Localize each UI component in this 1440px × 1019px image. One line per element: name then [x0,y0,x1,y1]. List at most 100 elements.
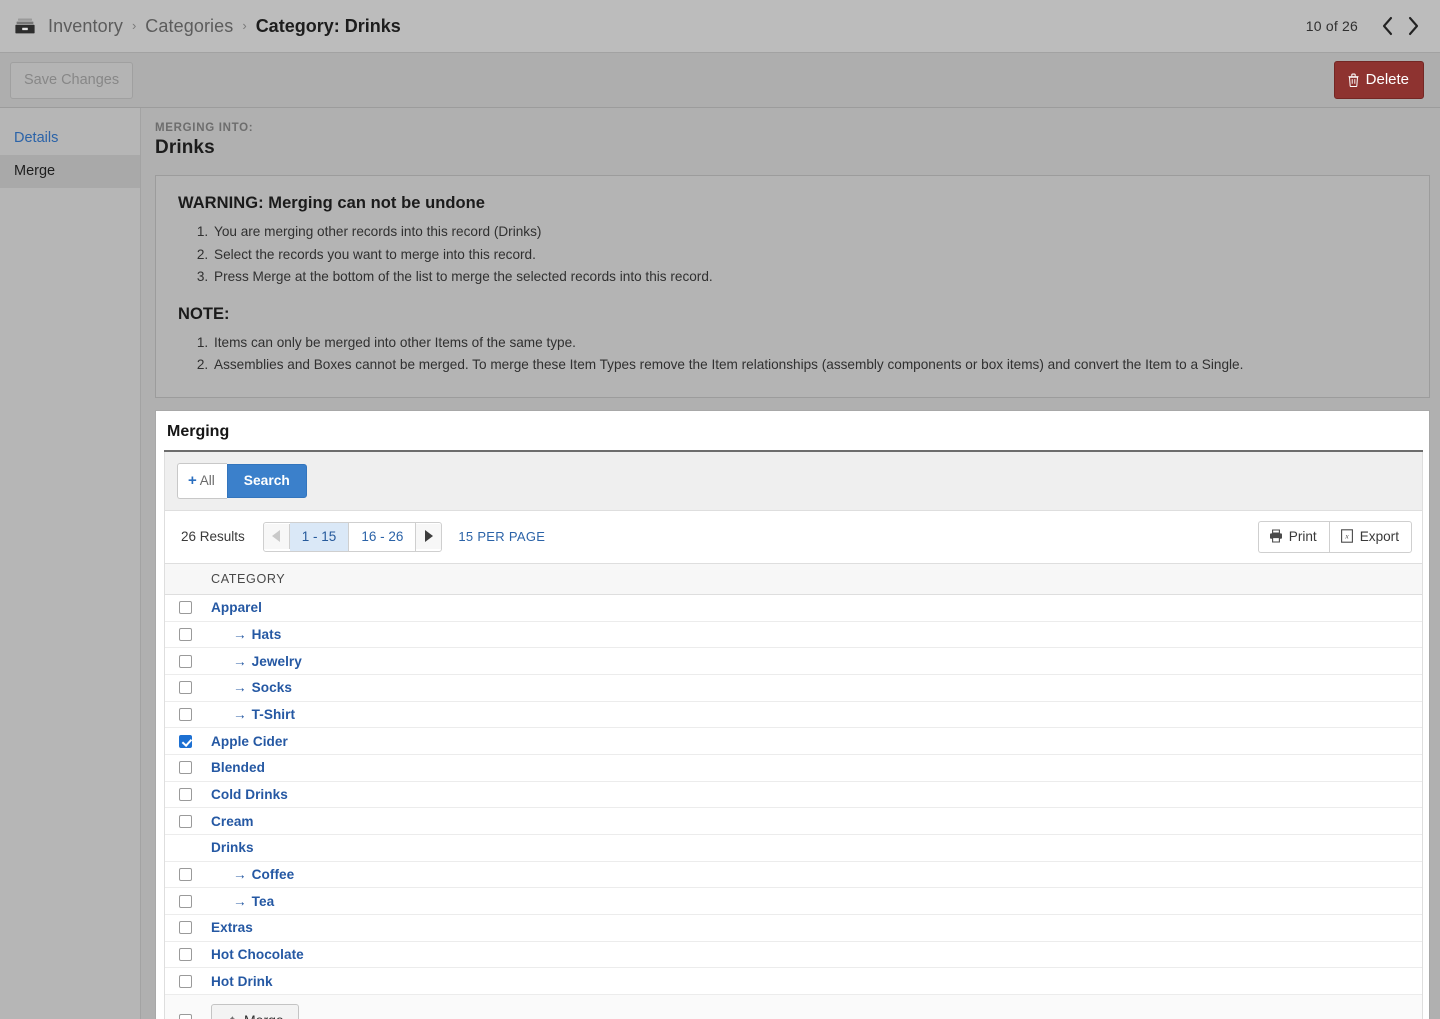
category-label: Apparel [211,600,262,616]
category-link[interactable]: Blended [211,760,265,775]
row-checkbox-cell [179,921,211,935]
row-checkbox-cell [179,654,211,668]
category-link[interactable]: Hot Drink [211,974,273,989]
merging-panel: Merging + All Search 26 Results 1 - 15 1… [155,409,1430,1019]
merge-button[interactable]: Merge [211,1004,299,1019]
category-link[interactable]: → T-Shirt [211,707,295,722]
category-link[interactable]: → Coffee [211,867,294,882]
row-checkbox-cell [179,974,211,988]
plus-icon: + [188,471,197,489]
table-row: Cream [165,808,1422,835]
row-checkbox[interactable] [179,948,192,962]
row-checkbox[interactable] [179,601,192,615]
note-item: Items can only be merged into other Item… [212,332,1407,355]
table-row: Apparel [165,594,1422,622]
breadcrumb-item-inventory[interactable]: Inventory [48,16,123,37]
row-checkbox-cell [179,787,211,801]
per-page-selector[interactable]: 15 PER PAGE [458,529,545,544]
row-checkbox[interactable] [179,868,192,882]
row-checkbox-cell [179,868,211,882]
row-checkbox[interactable] [179,707,192,721]
delete-button[interactable]: Delete [1333,61,1424,99]
category-label: Cream [211,813,254,829]
row-checkbox-cell [179,681,211,695]
main-content: MERGING INTO: Drinks WARNING: Merging ca… [141,108,1440,1019]
magic-wand-icon [230,1016,235,1019]
table-row: Hot Drink [165,968,1422,996]
panel-title: Merging [164,421,1423,452]
child-arrow-icon: → [233,867,247,883]
sidebar-item-details[interactable]: Details [0,122,140,155]
breadcrumb-separator: › [242,17,247,33]
row-checkbox[interactable] [179,894,192,908]
pager-prev-button[interactable] [263,524,290,550]
row-checkbox[interactable] [179,974,192,988]
category-label: Hot Chocolate [211,947,304,963]
search-button[interactable]: Search [226,463,307,498]
row-checkbox-cell [179,707,211,721]
export-label: Export [1359,528,1399,544]
category-link[interactable]: Extras [211,920,253,935]
table-row: Apple Cider [165,728,1422,755]
results-count: 26 Results [181,529,245,545]
category-label: Tea [251,893,275,909]
category-label: Cold Drinks [211,786,288,802]
pager-page-2[interactable]: 16 - 26 [349,522,417,551]
row-checkbox[interactable] [179,814,192,828]
category-link[interactable]: Drinks [211,840,254,855]
table-row: → Socks [165,674,1422,702]
breadcrumb-separator: › [131,17,137,33]
table-column-header: CATEGORY [165,563,1422,595]
row-checkbox-cell [179,761,211,775]
export-button[interactable]: x Export [1328,520,1412,553]
print-label: Print [1288,528,1317,544]
category-link[interactable]: Apple Cider [211,734,288,749]
category-table: CATEGORY Apparel → Hats → Jewelry → Socks → T-Sh… [164,563,1423,1019]
row-checkbox[interactable] [179,654,192,668]
category-link[interactable]: → Socks [211,680,292,695]
pager-next-button[interactable] [416,524,442,550]
pager-page-1[interactable]: 1 - 15 [289,522,350,551]
category-link[interactable]: Cold Drinks [211,787,288,802]
breadcrumb-item-categories[interactable]: Categories [145,16,233,37]
chevron-left-icon [1382,16,1392,36]
save-changes-button[interactable]: Save Changes [10,61,134,99]
select-all-checkbox[interactable] [179,1014,192,1019]
printer-icon [1269,529,1282,543]
row-checkbox[interactable] [179,761,192,775]
next-record-button[interactable] [1402,13,1424,39]
warning-box: WARNING: Merging can not be undone You a… [155,175,1430,398]
table-row: Extras [165,915,1422,942]
row-checkbox[interactable] [179,921,192,935]
footer-checkbox-cell [179,1014,211,1019]
child-arrow-icon: → [233,626,247,642]
print-button[interactable]: Print [1257,520,1329,553]
note-item: Assemblies and Boxes cannot be merged. T… [212,354,1407,377]
sidebar: Details Merge [0,108,141,1019]
merging-into-label: MERGING INTO: [155,122,254,134]
category-link[interactable]: → Hats [211,627,281,642]
row-checkbox-cell [179,894,211,908]
category-label: Hats [251,626,282,642]
table-row: Cold Drinks [165,781,1422,809]
row-checkbox[interactable] [179,627,192,641]
row-checkbox[interactable] [179,787,192,801]
category-link[interactable]: → Jewelry [211,654,302,669]
child-arrow-icon: → [233,706,247,722]
category-link[interactable]: Apparel [211,600,262,615]
sidebar-item-merge[interactable]: Merge [0,155,140,188]
page-body: Details Merge MERGING INTO: Drinks WARNI… [0,108,1440,1019]
category-label: Coffee [251,867,295,883]
warning-step: Select the records you want to merge int… [212,244,1407,267]
category-link[interactable]: Hot Chocolate [211,947,304,962]
warning-steps-list: You are merging other records into this … [178,221,1407,289]
add-all-button[interactable]: + All [177,462,227,499]
category-link[interactable]: Cream [211,814,254,829]
breadcrumb: Inventory › Categories › Category: Drink… [48,16,401,37]
row-checkbox-cell [179,734,211,748]
category-link[interactable]: → Tea [211,894,274,909]
row-checkbox[interactable] [179,734,192,748]
table-tools: Print x Export [1257,520,1412,553]
prev-record-button[interactable] [1376,13,1398,39]
row-checkbox[interactable] [179,681,192,695]
